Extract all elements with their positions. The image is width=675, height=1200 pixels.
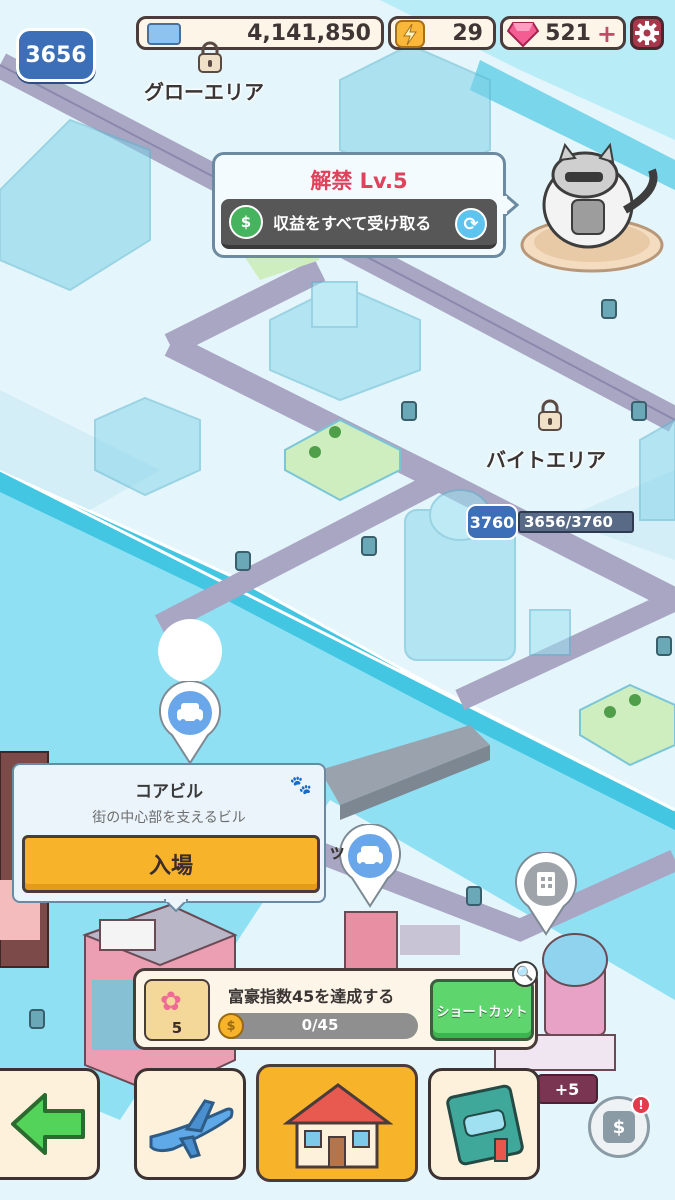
enter-button[interactable]: 入場	[22, 835, 320, 893]
travel-button[interactable]	[134, 1068, 246, 1180]
house-money-icon: $	[603, 1111, 635, 1143]
mission-title: 富豪指数45を達成する	[228, 987, 395, 1006]
coin-icon: $	[218, 1013, 244, 1039]
building-pin-marker[interactable]	[514, 851, 578, 936]
mission-reward-count: 5	[171, 1019, 183, 1037]
home-button[interactable]	[256, 1064, 418, 1182]
unlock-title: 解禁 Lv.5	[310, 169, 408, 193]
coin-value: 4,141,850	[247, 20, 371, 46]
car-pin-marker[interactable]	[338, 823, 402, 908]
district-progress-bar: 3656/3760	[518, 511, 634, 533]
paw-icon: 🐾	[289, 775, 312, 796]
video-refresh-icon: ⟳	[455, 208, 487, 240]
building-description: 街の中心部を支えるビル	[92, 810, 246, 826]
car-collection-button[interactable]	[428, 1068, 540, 1180]
gem-counter[interactable]: 521 +	[500, 16, 626, 50]
gear-icon	[635, 21, 659, 45]
coin-counter[interactable]: 4,141,850	[136, 16, 384, 50]
settings-button[interactable]	[630, 16, 664, 50]
enter-label: 入場	[148, 854, 193, 879]
lightning-icon	[395, 20, 425, 48]
alert-dot-icon: !	[631, 1095, 651, 1115]
income-notification-button[interactable]: $ !	[588, 1095, 651, 1158]
car-pin-marker[interactable]	[158, 680, 222, 765]
add-gems-icon[interactable]: +	[597, 20, 617, 48]
flower-icon: ✿	[160, 987, 182, 1017]
cash-icon	[147, 23, 181, 45]
player-level-value: 3656	[25, 42, 87, 68]
unlock-popup: 解禁 Lv.5 $ 収益をすべて受け取る ⟳	[212, 152, 519, 258]
district-level-badge: 3760	[466, 504, 518, 540]
mission-progress-text: 0/45	[301, 1016, 339, 1034]
house-icon	[283, 1083, 393, 1169]
building-name: コアビル	[135, 782, 203, 802]
shortcut-button[interactable]: ショートカット	[430, 979, 534, 1041]
area-label-bite[interactable]: バイトエリア	[486, 444, 606, 473]
district-level-value: 3760	[469, 512, 515, 532]
mission-reward[interactable]: ✿ 5	[144, 979, 210, 1041]
district-progress-text: 3656/3760	[524, 513, 613, 531]
hidden-label-fragment: ッ	[328, 842, 346, 863]
mission-progress-bar: 0/45	[222, 1013, 418, 1039]
arrow-left-icon	[11, 1093, 85, 1155]
car-book-icon	[446, 1084, 524, 1166]
area-label-glow[interactable]: グローエリア	[144, 76, 264, 105]
side-reward-value: +5	[554, 1079, 580, 1099]
collect-all-label: 収益をすべて受け取る	[273, 214, 432, 233]
airplane-icon	[149, 1099, 234, 1159]
magnifier-icon[interactable]: 🔍	[512, 961, 538, 987]
collect-all-button[interactable]: $ 収益をすべて受け取る ⟳	[221, 199, 497, 249]
back-button[interactable]	[0, 1068, 100, 1180]
player-level-badge[interactable]: 3656	[16, 28, 96, 82]
building-info-popup: コアビル 🐾 街の中心部を支えるビル 入場	[12, 763, 326, 913]
side-reward-badge[interactable]: +5	[536, 1074, 598, 1104]
mission-banner: ✿ 5 富豪指数45を達成する 0/45 $ ショートカット 🔍	[133, 961, 538, 1050]
gem-value: 521	[545, 20, 591, 46]
lock-icon	[536, 398, 564, 432]
energy-value: 29	[452, 20, 483, 46]
energy-counter[interactable]: 29	[388, 16, 496, 50]
house-money-icon: $	[229, 205, 263, 239]
lock-icon	[196, 40, 224, 74]
shortcut-label: ショートカット	[436, 1004, 528, 1020]
gem-icon	[506, 21, 540, 48]
